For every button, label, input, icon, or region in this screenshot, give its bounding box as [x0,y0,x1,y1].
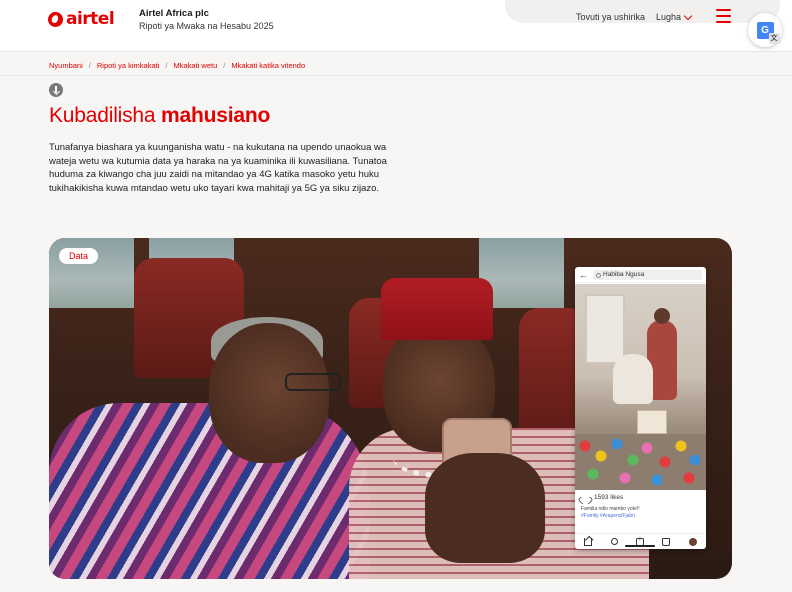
mockup-top-bar: ← Habiba Ngusa [575,267,706,283]
intro-paragraph: Tunafanya biashara ya kuunganisha watu -… [49,142,387,194]
breadcrumb-separator: / [223,61,226,70]
likes-row: 1593 likes [581,494,700,501]
man-with-glasses [49,313,379,579]
company-name: Airtel Africa plc [139,8,209,19]
post-hashtags: #Family #ArapenziFjabri [581,513,635,519]
likes-count: 1593 likes [594,494,624,501]
photo-ball-pit [575,434,706,490]
profile-avatar-icon [688,537,697,546]
shop-icon [662,537,671,546]
logo-text: airtel [66,9,115,29]
post-caption: Familia ndio mambo yote!! [581,506,640,512]
glasses [285,373,341,391]
social-post-mockup: ← Habiba Ngusa 1593 likes Familia ndio m… [575,267,706,549]
mockup-post-photo [575,284,706,490]
home-indicator [625,545,655,547]
breadcrumb-divider [0,75,792,76]
breadcrumb: Nyumbani / Ripoti ya kimkakati / Mkakati… [49,61,305,70]
breadcrumb-item-strategy-in-action[interactable]: Mkakati katika vitendo [231,61,305,70]
report-title: Ripoti ya Mwaka na Hesabu 2025 [139,21,274,31]
red-hat [381,278,493,340]
google-translate-icon: G [756,21,780,44]
mockup-search-field: Habiba Ngusa [593,269,702,280]
translate-button[interactable]: G [748,13,782,47]
download-icon[interactable] [49,83,63,97]
photo-toy-house [637,410,667,434]
language-label: Lugha [656,12,682,22]
title-regular: Kubadilisha [49,104,162,127]
photo-window [585,294,625,364]
photo-person [613,354,653,404]
menu-line [716,9,731,11]
menu-line [716,15,731,17]
heart-icon [581,494,589,501]
language-selector[interactable]: Lugha [656,11,693,22]
breadcrumb-separator: / [165,61,168,70]
site-header: airtel Airtel Africa plc Ripoti ya Mwaka… [0,0,792,52]
breadcrumb-separator: / [88,61,91,70]
airtel-logo-icon [48,11,63,27]
chevron-down-icon [683,11,693,20]
airtel-logo[interactable]: airtel [48,9,115,29]
head [209,323,329,463]
mockup-post-info: 1593 likes Familia ndio mambo yote!! #Fa… [575,491,706,522]
home-icon [584,537,593,546]
breadcrumb-item-home[interactable]: Nyumbani [49,61,83,70]
report-identity: Airtel Africa plc Ripoti ya Mwaka na Hes… [139,8,274,32]
back-arrow-icon: ← [579,269,588,280]
corporate-site-link[interactable]: Tovuti ya ushirika [576,12,645,22]
page-title: Kubadilisha mahusiano [49,104,270,128]
breadcrumb-item-our-strategy[interactable]: Mkakati wetu [173,61,217,70]
hero-image: Data ← Habiba Ngusa 1593 likes Familia n… [49,238,732,579]
search-icon [610,538,618,545]
menu-line [716,21,731,23]
title-bold: mahusiano [161,104,271,127]
breadcrumb-item-strategic-report[interactable]: Ripoti ya kimkakati [97,61,160,70]
hamburger-icon[interactable] [716,9,731,23]
category-tag: Data [59,248,99,264]
hand [425,453,545,563]
